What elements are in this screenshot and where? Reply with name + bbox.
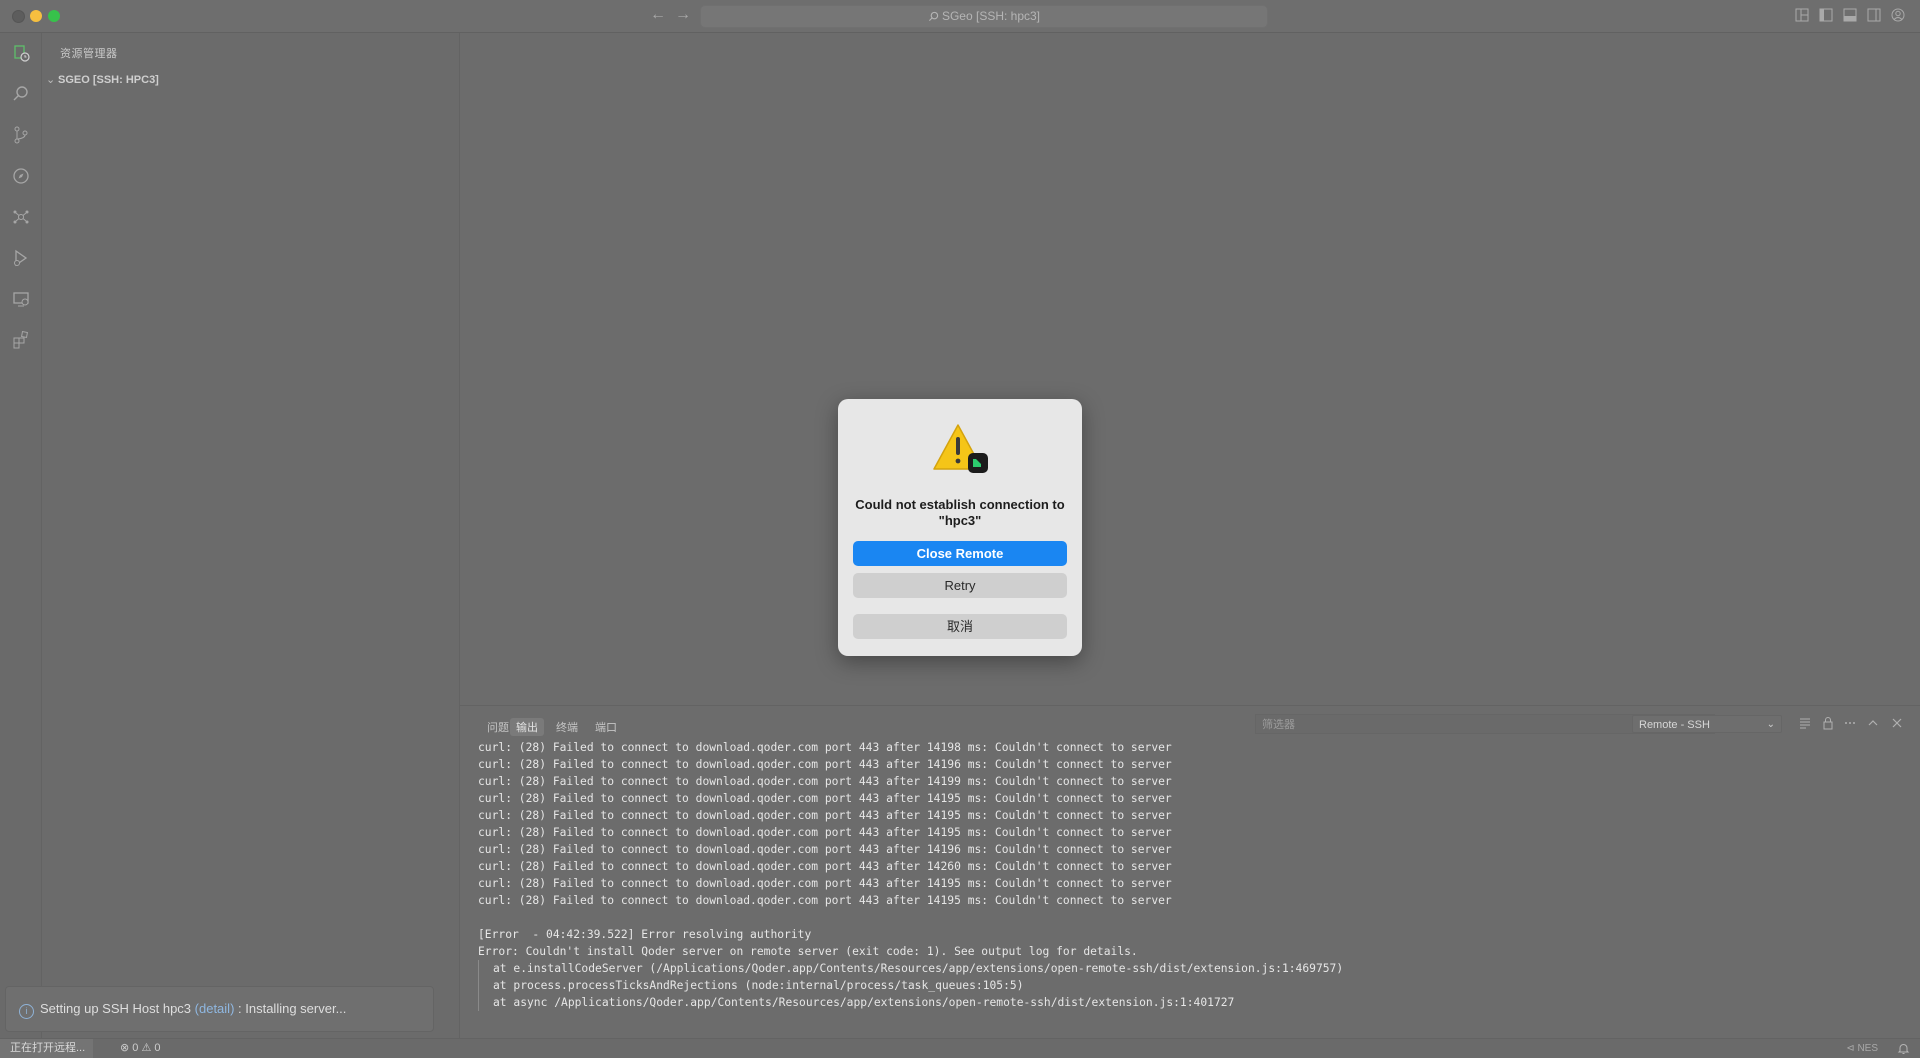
title-bar: ← → SGeo [SSH: hpc3] (0, 0, 1920, 33)
nes-label: NES (1857, 1043, 1878, 1054)
log-line: curl: (28) Failed to connect to download… (478, 860, 1172, 873)
activity-bar (0, 33, 42, 1038)
log-line: curl: (28) Failed to connect to download… (478, 826, 1172, 839)
log-error-header: [Error - 04:42:39.522] Error resolving a… (478, 928, 812, 941)
problems-indicator[interactable]: ⊗ 0 ⚠ 0 (120, 1039, 161, 1058)
customize-layout-icon[interactable] (1795, 8, 1809, 22)
source-control-icon[interactable] (11, 125, 31, 145)
workspace-root-label: SGEO [SSH: HPC3] (58, 74, 159, 86)
cancel-button[interactable]: 取消 (853, 614, 1067, 639)
log-line-partial (478, 734, 1898, 739)
more-actions-icon[interactable] (1843, 716, 1857, 730)
chevron-down-icon: ⌄ (46, 74, 56, 86)
progress-notification: i Setting up SSH Host hpc3 (detail) : Ins… (5, 986, 434, 1032)
sidebar-title: 资源管理器 (60, 48, 118, 60)
account-icon[interactable] (1891, 8, 1905, 22)
warning-icon: ⚠ (141, 1042, 152, 1054)
bell-icon[interactable] (1897, 1042, 1910, 1055)
log-line: curl: (28) Failed to connect to download… (478, 792, 1172, 805)
log-error-message: Error: Couldn't install Qoder server on … (478, 945, 1138, 958)
stack-line: at e.installCodeServer (/Applications/Qo… (493, 962, 1344, 975)
log-line: curl: (28) Failed to connect to download… (478, 775, 1172, 788)
run-debug-icon[interactable] (11, 248, 31, 268)
stack-line: at async /Applications/Qoder.app/Content… (493, 996, 1235, 1009)
log-blank-line (478, 909, 1898, 926)
notification-prefix: Setting up SSH Host hpc3 (40, 1001, 195, 1016)
close-remote-button[interactable]: Close Remote (853, 541, 1067, 566)
log-line: curl: (28) Failed to connect to download… (478, 741, 1172, 754)
notification-suffix: : Installing server... (234, 1001, 347, 1016)
compass-icon[interactable] (11, 166, 31, 186)
bottom-panel: 问题 输出 终端 端口 筛选器 Remote - SSH ⌄ curl: (28)… (460, 705, 1920, 1039)
error-count: 0 (132, 1042, 139, 1054)
output-channel-select[interactable]: Remote - SSH ⌄ (1632, 715, 1782, 733)
close-panel-icon[interactable] (1890, 716, 1904, 730)
chevron-down-icon: ⌄ (1766, 719, 1775, 730)
nes-indicator[interactable]: ⊲ NES (1846, 1039, 1878, 1058)
word-wrap-icon[interactable] (1798, 716, 1812, 730)
explorer-sidebar: 资源管理器 ⌄ SGEO [SSH: HPC3] (42, 33, 460, 1038)
maximize-panel-icon[interactable] (1866, 716, 1880, 730)
extensions-icon[interactable] (11, 330, 31, 350)
editor-area (460, 33, 1920, 705)
error-icon: ⊗ (120, 1042, 130, 1054)
retry-button[interactable]: Retry (853, 573, 1067, 598)
toggle-primary-sidebar-icon[interactable] (1819, 8, 1833, 22)
agents-icon[interactable] (11, 207, 31, 227)
warning-count: 0 (154, 1042, 161, 1054)
window-title: SGeo [SSH: hpc3] (941, 9, 1041, 23)
status-bar: 正在打开远程... ⊗ 0 ⚠ 0 ⊲ NES (0, 1038, 1920, 1058)
dialog-title: Could not establish connection to "hpc3" (855, 497, 1065, 528)
info-icon: i (19, 1004, 34, 1019)
remote-explorer-icon[interactable] (11, 289, 31, 309)
log-line: curl: (28) Failed to connect to download… (478, 809, 1172, 822)
window-close-button[interactable] (12, 10, 25, 23)
window-maximize-button[interactable] (48, 10, 60, 22)
window-minimize-button[interactable] (30, 10, 42, 22)
output-channel-label: Remote - SSH (1639, 719, 1710, 731)
command-center[interactable]: SGeo [SSH: hpc3] (700, 5, 1268, 28)
log-line: curl: (28) Failed to connect to download… (478, 758, 1172, 771)
toggle-panel-icon[interactable] (1843, 8, 1857, 22)
lock-scroll-icon[interactable] (1821, 716, 1835, 730)
log-line: curl: (28) Failed to connect to download… (478, 843, 1172, 856)
search-icon (928, 11, 939, 22)
forward-arrow-icon[interactable]: → (675, 6, 691, 24)
nes-icon: ⊲ (1846, 1043, 1855, 1054)
search-icon[interactable] (11, 84, 31, 104)
output-log: curl: (28) Failed to connect to download… (478, 734, 1898, 1034)
explorer-icon[interactable] (11, 43, 31, 63)
workspace-root-folder[interactable]: ⌄ SGEO [SSH: HPC3] (46, 73, 159, 86)
warning-icon (933, 424, 988, 473)
notification-detail-link[interactable]: (detail) (195, 1001, 235, 1016)
log-stack-trace: at e.installCodeServer (/Applications/Qo… (478, 960, 1898, 1011)
log-line: curl: (28) Failed to connect to download… (478, 894, 1172, 907)
log-line: curl: (28) Failed to connect to download… (478, 877, 1172, 890)
connection-error-dialog: Could not establish connection to "hpc3"… (838, 399, 1082, 656)
stack-line: at process.processTicksAndRejections (no… (493, 979, 1024, 992)
toggle-secondary-sidebar-icon[interactable] (1867, 8, 1881, 22)
remote-status-text: 正在打开远程... (10, 1042, 86, 1054)
remote-indicator[interactable]: 正在打开远程... (0, 1039, 94, 1058)
back-arrow-icon[interactable]: ← (650, 6, 666, 24)
